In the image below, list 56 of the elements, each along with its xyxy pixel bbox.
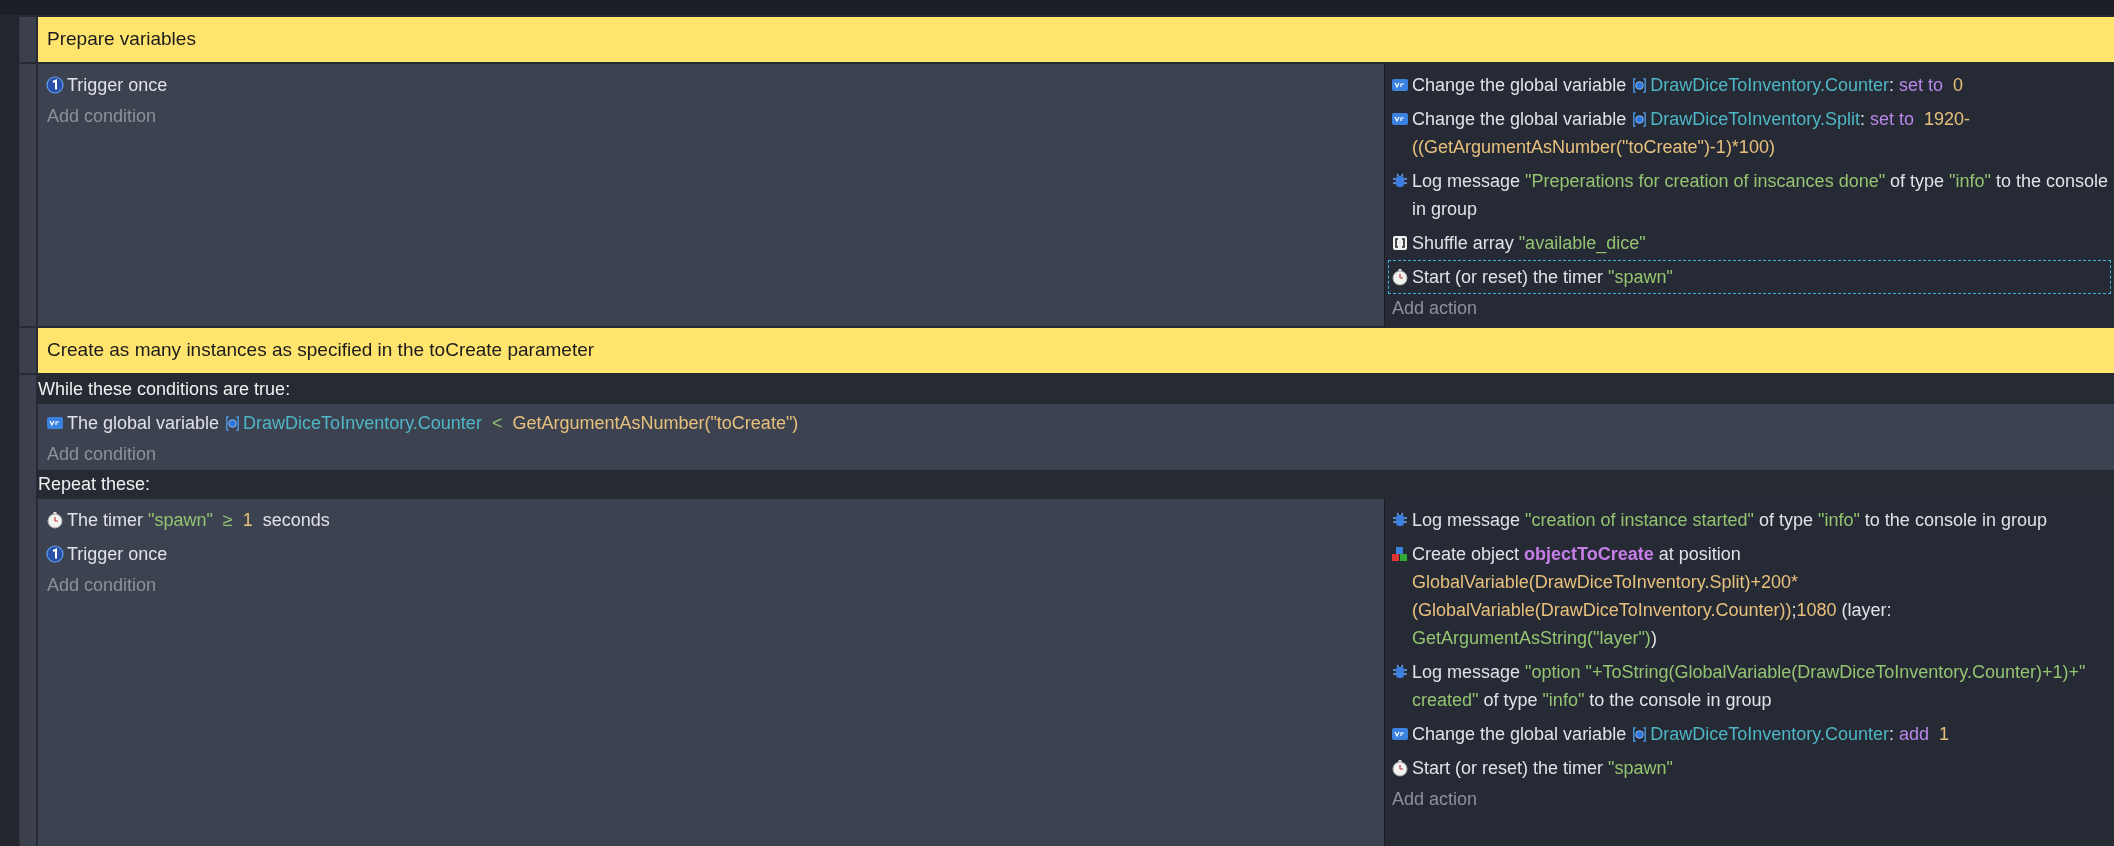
instruction-row[interactable]: Change the global variable DrawDiceToInventory.Split: set to 1920-((GetArgumentAsNumber("toCreate")-1)*100)	[1388, 102, 2111, 164]
variable-icon	[46, 414, 64, 432]
instruction-row[interactable]: Start (or reset) the timer "spawn"	[1388, 751, 2111, 785]
instruction-text: Log message "creation of instance started" of type "info" to the console in group	[1412, 509, 2048, 532]
global-scope-icon	[1631, 726, 1649, 743]
instruction-text: The timer "spawn" ≥ 1 seconds	[67, 509, 331, 532]
trigger-once-icon	[46, 545, 64, 563]
instruction-text: Start (or reset) the timer "spawn"	[1412, 266, 1674, 289]
drag-handle[interactable]	[20, 17, 36, 62]
instruction-row[interactable]: The timer "spawn" ≥ 1 seconds	[43, 503, 1379, 537]
drag-handle[interactable]	[20, 328, 36, 373]
instruction-text: Create object objectToCreate at position GlobalVariable(DrawDiceToInventory.Split)+200*(GlobalVariable(DrawDiceToInventory.Counter));1080 (layer: GetArgumentAsString("layer"))	[1412, 543, 1893, 650]
comment[interactable]: Prepare variables	[38, 17, 2114, 62]
drag-handle[interactable]	[20, 375, 36, 846]
while-label: While these conditions are true:	[38, 378, 291, 401]
instruction-text: Log message "option "+ToString(GlobalVariable(DrawDiceToInventory.Counter)+1)+" created" of type "info" to the console in group	[1412, 661, 2087, 712]
instruction-text: Start (or reset) the timer "spawn"	[1412, 757, 1674, 780]
instruction-row[interactable]: Log message "Preperations for creation of inscances done" of type "info" to the console in group	[1388, 164, 2111, 226]
instruction-row[interactable]: Change the global variable DrawDiceToInventory.Counter: set to 0	[1388, 68, 2111, 102]
instruction-row[interactable]: Change the global variable DrawDiceToInventory.Counter: add 1	[1388, 717, 2111, 751]
variable-icon	[1391, 110, 1409, 128]
instruction-text: Log message "Preperations for creation of inscances done" of type "info" to the console in group	[1412, 170, 2108, 221]
bug-icon	[1391, 663, 1409, 681]
global-scope-icon	[1631, 77, 1649, 94]
repeat-label: Repeat these:	[38, 473, 151, 496]
instruction-row[interactable]: Trigger once	[43, 537, 1379, 571]
add-action-link[interactable]: Add action	[1388, 785, 1482, 813]
instruction-text: Trigger once	[67, 543, 169, 566]
stopwatch-icon	[46, 511, 64, 529]
instruction-row[interactable]: Create object objectToCreate at position GlobalVariable(DrawDiceToInventory.Split)+200*(GlobalVariable(DrawDiceToInventory.Counter));1080 (layer: GetArgumentAsString("layer"))	[1388, 537, 2111, 655]
bug-icon	[1391, 172, 1409, 190]
variable-icon	[1391, 76, 1409, 94]
instruction-row[interactable]: Start (or reset) the timer "spawn"	[1388, 260, 2111, 294]
add-action-link[interactable]: Add action	[1388, 294, 1482, 322]
stopwatch-icon	[1391, 268, 1409, 286]
global-scope-icon	[1631, 111, 1649, 128]
instruction-text: The global variable DrawDiceToInventory.Counter < GetArgumentAsNumber("toCreate")	[67, 412, 800, 435]
trigger-once-icon	[46, 76, 64, 94]
instruction-row[interactable]: Log message "option "+ToString(GlobalVariable(DrawDiceToInventory.Counter)+1)+" created" of type "info" to the console in group	[1388, 655, 2111, 717]
instruction-text: Change the global variable DrawDiceToInventory.Split: set to 1920-((GetArgumentAsNumber("toCreate")-1)*100)	[1412, 108, 1971, 159]
instruction-row[interactable]: Shuffle array "available_dice"	[1388, 226, 2111, 260]
instruction-text: Change the global variable DrawDiceToInventory.Counter: set to 0	[1412, 74, 1964, 97]
array-icon	[1391, 234, 1409, 252]
variable-icon	[1391, 725, 1409, 743]
instruction-row[interactable]: Trigger once	[43, 68, 1379, 102]
instruction-text: Change the global variable DrawDiceToInventory.Counter: add 1	[1412, 723, 1950, 746]
comment[interactable]: Create as many instances as specified in the toCreate parameter	[38, 328, 2114, 373]
cubes-icon	[1391, 545, 1409, 563]
stopwatch-icon	[1391, 759, 1409, 777]
drag-handle[interactable]	[20, 64, 36, 326]
instruction-row[interactable]: Log message "creation of instance started" of type "info" to the console in group	[1388, 503, 2111, 537]
global-scope-icon	[224, 415, 242, 432]
instruction-text: Shuffle array "available_dice"	[1412, 232, 1647, 256]
instruction-row[interactable]: The global variable DrawDiceToInventory.Counter < GetArgumentAsNumber("toCreate")	[43, 406, 2109, 440]
instruction-text: Trigger once	[67, 74, 169, 97]
bug-icon	[1391, 511, 1409, 529]
